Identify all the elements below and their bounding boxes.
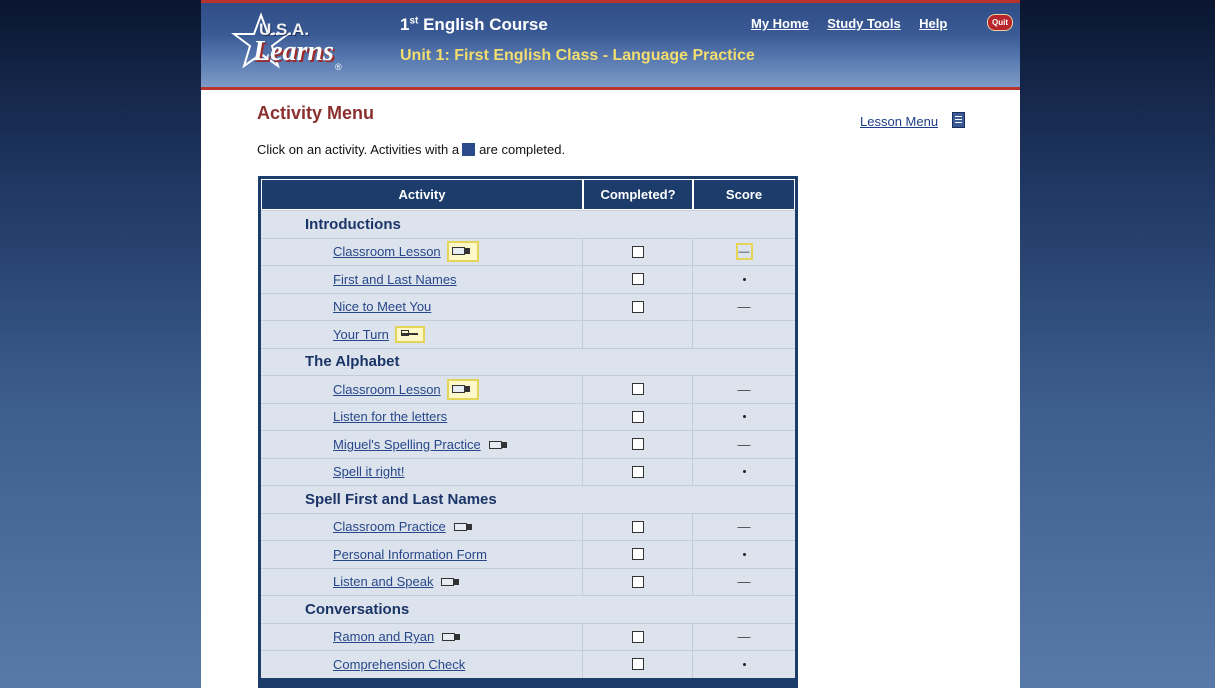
score-value: —: [737, 299, 751, 315]
score-value: [742, 277, 746, 281]
instructions-text: Click on an activity. Activities with a a…: [257, 142, 565, 157]
score-value: —: [737, 629, 751, 645]
video-camera-icon[interactable]: [446, 241, 479, 263]
score-value: —: [735, 243, 753, 261]
completed-checkbox: [631, 548, 644, 561]
table-row: Ramon and Ryan —: [261, 622, 795, 650]
completed-checkbox: [631, 520, 644, 533]
section-title: Spell First and Last Names: [305, 490, 497, 508]
activity-link[interactable]: First and Last Names: [333, 272, 457, 287]
section-title: Conversations: [305, 600, 410, 618]
completed-checkbox: [631, 438, 644, 451]
video-camera-icon[interactable]: [446, 378, 479, 400]
page-title: Activity Menu: [257, 103, 375, 123]
completed-checkbox: [631, 410, 644, 423]
section-title: Introductions: [305, 215, 401, 233]
nav-study-tools[interactable]: Study Tools: [827, 16, 900, 31]
table-row: Your Turn: [261, 320, 795, 348]
lesson-menu-link[interactable]: Lesson Menu: [860, 114, 938, 129]
activity-link[interactable]: Spell it right!: [333, 464, 405, 479]
score-value: —: [737, 519, 751, 535]
logo-registered-mark: ®: [335, 62, 342, 72]
table-row: Miguel's Spelling Practice —: [261, 430, 795, 458]
score-value: —: [737, 381, 751, 397]
column-header-score: Score: [693, 179, 795, 210]
score-value: [742, 415, 746, 419]
activity-link[interactable]: Ramon and Ryan: [333, 629, 434, 644]
score-value: —: [737, 436, 751, 452]
top-navigation: My Home Study Tools Help: [751, 15, 961, 33]
completed-checkbox: [631, 273, 644, 286]
column-header-activity: Activity: [261, 179, 583, 210]
table-row: Listen and Speak —: [261, 567, 795, 595]
video-camera-icon[interactable]: [453, 521, 474, 532]
score-value: —: [737, 574, 751, 590]
activity-link[interactable]: Nice to Meet You: [333, 299, 431, 314]
activity-link[interactable]: Listen and Speak: [333, 574, 433, 589]
completed-checkbox: [631, 300, 644, 313]
table-row: Personal Information Form: [261, 540, 795, 568]
table-row: First and Last Names: [261, 265, 795, 293]
completed-checkbox: [631, 383, 644, 396]
pointing-hand-icon[interactable]: [394, 325, 425, 343]
activity-link[interactable]: Classroom Lesson: [333, 244, 441, 259]
table-row: Nice to Meet You —: [261, 292, 795, 320]
activity-link[interactable]: Classroom Practice: [333, 519, 446, 534]
usa-learns-logo[interactable]: U.S.A. Learns ®: [231, 12, 381, 76]
activity-link[interactable]: Classroom Lesson: [333, 382, 441, 397]
instructions-part-1: Click on an activity. Activities with a: [257, 142, 460, 157]
score-value: [742, 470, 746, 474]
nav-my-home[interactable]: My Home: [751, 16, 809, 31]
completed-checkbox: [631, 630, 644, 643]
section-row: Introductions: [261, 210, 795, 238]
instructions-part-2: are completed.: [479, 142, 566, 157]
table-header-row: Activity Completed? Score: [261, 179, 795, 210]
section-row: Spell First and Last Names: [261, 485, 795, 513]
video-camera-icon[interactable]: [488, 439, 509, 450]
table-row: Listen for the letters: [261, 402, 795, 430]
header-top-stripe: [201, 0, 1020, 3]
activity-link[interactable]: Your Turn: [333, 327, 389, 342]
logo-learns-text: Learns: [253, 36, 334, 67]
score-value: [742, 552, 746, 556]
completed-square-icon: [462, 143, 476, 156]
table-row: Comprehension Check: [261, 650, 795, 678]
nav-help[interactable]: Help: [919, 16, 947, 31]
video-camera-icon[interactable]: [442, 631, 462, 642]
header-banner: U.S.A. Learns ® 1st English Course Unit …: [201, 0, 1020, 90]
table-row: Classroom Lesson —: [261, 375, 795, 403]
activity-link[interactable]: Comprehension Check: [333, 657, 465, 672]
lesson-menu-icon[interactable]: [952, 112, 965, 128]
completed-checkbox: [631, 465, 644, 478]
section-title: The Alphabet: [305, 353, 400, 371]
quit-button[interactable]: Quit: [987, 14, 1013, 31]
table-row: Classroom Practice —: [261, 512, 795, 540]
activity-link[interactable]: Listen for the letters: [333, 409, 447, 424]
course-title-text: English Course: [418, 15, 548, 34]
column-header-completed: Completed?: [583, 179, 693, 210]
completed-checkbox: [631, 245, 644, 258]
course-title: 1st English Course: [400, 15, 548, 35]
video-camera-icon[interactable]: [441, 576, 461, 587]
table-row: Classroom Lesson —: [261, 237, 795, 265]
section-row: The Alphabet: [261, 347, 795, 375]
unit-title: Unit 1: First English Class - Language P…: [400, 47, 755, 64]
score-value: [742, 662, 746, 666]
completed-checkbox: [631, 575, 644, 588]
completed-checkbox: [631, 658, 644, 671]
activity-link[interactable]: Personal Information Form: [333, 547, 487, 562]
activity-table: Activity Completed? Score Introductions …: [258, 176, 798, 688]
activity-link[interactable]: Miguel's Spelling Practice: [333, 437, 481, 452]
page-content: U.S.A. Learns ® 1st English Course Unit …: [201, 0, 1020, 688]
section-row: Conversations: [261, 595, 795, 623]
table-row: Spell it right!: [261, 457, 795, 485]
